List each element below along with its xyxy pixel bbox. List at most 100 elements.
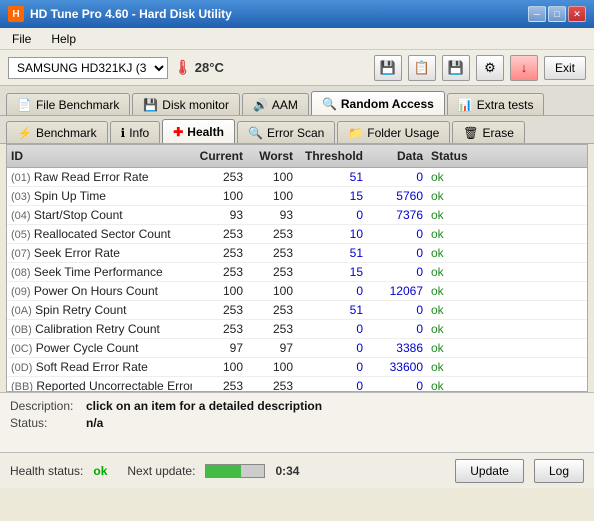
cell-current: 253 <box>192 302 247 318</box>
app-icon: H <box>8 6 24 22</box>
table-row[interactable]: (BB) Reported Uncorrectable Errors 253 2… <box>7 377 587 391</box>
cell-worst: 253 <box>247 302 297 318</box>
toolbar-btn-2[interactable]: 📋 <box>408 55 436 81</box>
cell-threshold: 0 <box>297 207 367 223</box>
cell-id: (09) Power On Hours Count <box>7 283 192 299</box>
inner-tab-bar: ⚡ Benchmark ℹ Info ✚ Health 🔍 Error Scan… <box>0 116 594 144</box>
cell-threshold: 51 <box>297 169 367 185</box>
tab-folder-usage[interactable]: 📁 Folder Usage <box>337 121 450 143</box>
cell-current: 253 <box>192 226 247 242</box>
table-row[interactable]: (01) Raw Read Error Rate 253 100 51 0 ok <box>7 168 587 187</box>
main-content: ID Current Worst Threshold Data Status (… <box>6 144 588 392</box>
cell-worst: 100 <box>247 283 297 299</box>
erase-icon: 🗑 <box>463 126 478 140</box>
cell-data: 12067 <box>367 283 427 299</box>
next-update-label: Next update: <box>127 464 195 478</box>
toolbar-btn-1[interactable]: 💾 <box>374 55 402 81</box>
description-area: Description: click on an item for a deta… <box>0 392 594 452</box>
menu-help[interactable]: Help <box>47 31 80 47</box>
random-access-icon: 🔍 <box>322 97 337 111</box>
tab-error-scan[interactable]: 🔍 Error Scan <box>237 121 335 143</box>
col-data: Data <box>367 147 427 165</box>
outer-tab-bar: 📄 File Benchmark 💾 Disk monitor 🔊 AAM 🔍 … <box>0 86 594 116</box>
minimize-button[interactable]: ─ <box>528 6 546 22</box>
tab-benchmark[interactable]: ⚡ Benchmark <box>6 121 108 143</box>
toolbar-btn-3[interactable]: 💾 <box>442 55 470 81</box>
tab-aam[interactable]: 🔊 AAM <box>242 93 309 115</box>
cell-threshold: 15 <box>297 264 367 280</box>
col-worst: Worst <box>247 147 297 165</box>
cell-status: ok <box>427 340 487 356</box>
cell-threshold: 0 <box>297 321 367 337</box>
cell-id: (04) Start/Stop Count <box>7 207 192 223</box>
table-row[interactable]: (08) Seek Time Performance 253 253 15 0 … <box>7 263 587 282</box>
cell-threshold: 0 <box>297 283 367 299</box>
health-status-value: ok <box>93 464 107 478</box>
table-row[interactable]: (0A) Spin Retry Count 253 253 51 0 ok <box>7 301 587 320</box>
progress-bar <box>205 464 265 478</box>
cell-data: 7376 <box>367 207 427 223</box>
cell-data: 5760 <box>367 188 427 204</box>
maximize-button[interactable]: □ <box>548 6 566 22</box>
cell-worst: 100 <box>247 169 297 185</box>
cell-current: 253 <box>192 321 247 337</box>
folder-usage-icon: 📁 <box>348 126 363 140</box>
tab-erase[interactable]: 🗑 Erase <box>452 121 525 143</box>
cell-worst: 253 <box>247 378 297 391</box>
countdown-timer: 0:34 <box>275 464 299 478</box>
thermometer-icon: 🌡 <box>174 59 192 76</box>
cell-threshold: 0 <box>297 340 367 356</box>
cell-status: ok <box>427 302 487 318</box>
toolbar-btn-4[interactable]: ⚙ <box>476 55 504 81</box>
table-row[interactable]: (07) Seek Error Rate 253 253 51 0 ok <box>7 244 587 263</box>
table-row[interactable]: (04) Start/Stop Count 93 93 0 7376 ok <box>7 206 587 225</box>
info-icon: ℹ <box>121 126 126 140</box>
cell-status: ok <box>427 207 487 223</box>
cell-threshold: 15 <box>297 188 367 204</box>
log-button[interactable]: Log <box>534 459 584 483</box>
tab-health[interactable]: ✚ Health <box>162 119 235 143</box>
tab-disk-monitor[interactable]: 💾 Disk monitor <box>132 93 240 115</box>
cell-id: (03) Spin Up Time <box>7 188 192 204</box>
col-current: Current <box>192 147 247 165</box>
cell-worst: 100 <box>247 188 297 204</box>
table-body[interactable]: (01) Raw Read Error Rate 253 100 51 0 ok… <box>7 168 587 391</box>
cell-id: (0C) Power Cycle Count <box>7 340 192 356</box>
table-row[interactable]: (09) Power On Hours Count 100 100 0 1206… <box>7 282 587 301</box>
cell-worst: 100 <box>247 359 297 375</box>
cell-worst: 93 <box>247 207 297 223</box>
cell-worst: 253 <box>247 245 297 261</box>
cell-id: (07) Seek Error Rate <box>7 245 192 261</box>
close-button[interactable]: ✕ <box>568 6 586 22</box>
tab-extra-tests[interactable]: 📊 Extra tests <box>447 93 545 115</box>
tab-random-access[interactable]: 🔍 Random Access <box>311 91 445 115</box>
cell-worst: 253 <box>247 321 297 337</box>
cell-worst: 253 <box>247 264 297 280</box>
table-row[interactable]: (0C) Power Cycle Count 97 97 0 3386 ok <box>7 339 587 358</box>
benchmark-icon: ⚡ <box>17 126 32 140</box>
exit-button[interactable]: Exit <box>544 56 586 80</box>
title-bar: H HD Tune Pro 4.60 - Hard Disk Utility ─… <box>0 0 594 28</box>
menu-file[interactable]: File <box>8 31 35 47</box>
table-row[interactable]: (05) Reallocated Sector Count 253 253 10… <box>7 225 587 244</box>
cell-data: 0 <box>367 169 427 185</box>
cell-threshold: 51 <box>297 302 367 318</box>
tab-info[interactable]: ℹ Info <box>110 121 161 143</box>
cell-current: 100 <box>192 283 247 299</box>
cell-data: 0 <box>367 264 427 280</box>
aam-icon: 🔊 <box>253 98 268 112</box>
table-row[interactable]: (03) Spin Up Time 100 100 15 5760 ok <box>7 187 587 206</box>
table-row[interactable]: (0B) Calibration Retry Count 253 253 0 0… <box>7 320 587 339</box>
status-label: Status: <box>10 416 80 430</box>
table-row[interactable]: (0D) Soft Read Error Rate 100 100 0 3360… <box>7 358 587 377</box>
tab-file-benchmark[interactable]: 📄 File Benchmark <box>6 93 130 115</box>
cell-status: ok <box>427 283 487 299</box>
description-value: click on an item for a detailed descript… <box>86 399 322 413</box>
cell-data: 0 <box>367 245 427 261</box>
cell-id: (08) Seek Time Performance <box>7 264 192 280</box>
update-button[interactable]: Update <box>455 459 524 483</box>
toolbar-btn-5[interactable]: ↓ <box>510 55 538 81</box>
disk-selector[interactable]: SAMSUNG HD321KJ (320 gB) <box>8 57 168 79</box>
cell-threshold: 0 <box>297 359 367 375</box>
status-bar: Health status: ok Next update: 0:34 Upda… <box>0 452 594 488</box>
